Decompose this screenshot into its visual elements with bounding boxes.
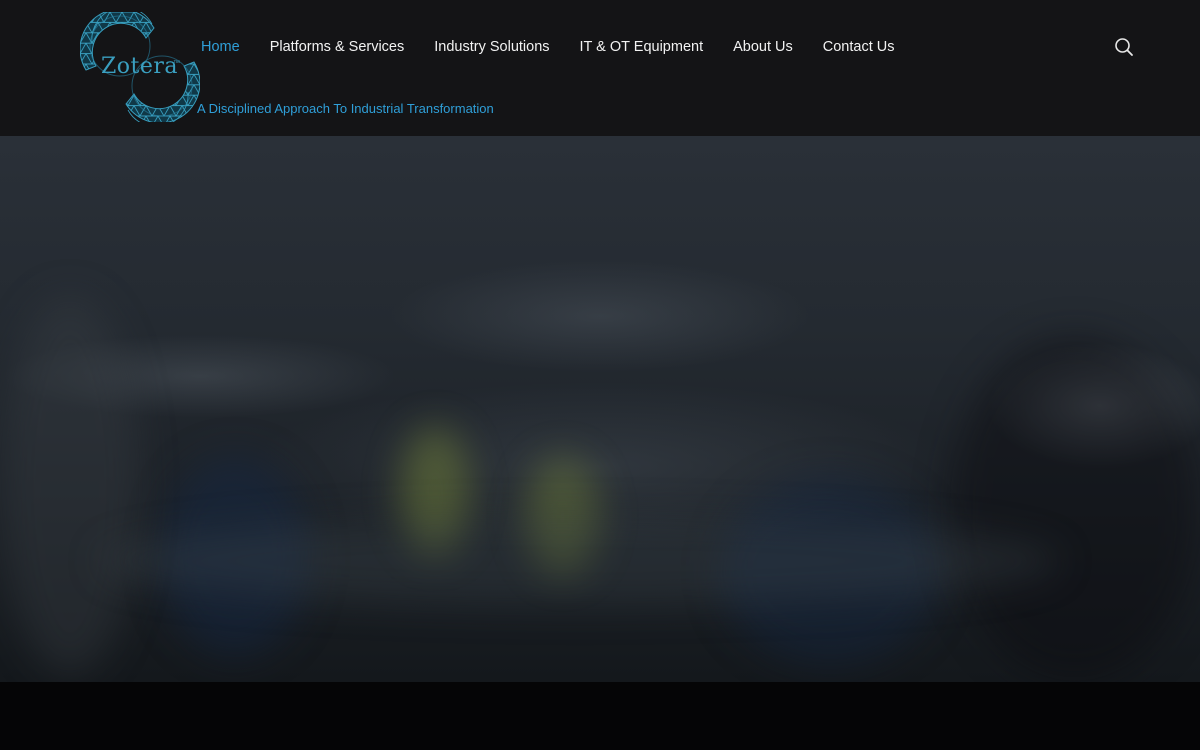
nav-item-platforms-services[interactable]: Platforms & Services: [255, 36, 420, 58]
brand-name: Zotera: [101, 54, 179, 79]
hero-blur-shape: [0, 296, 140, 676]
page-bottom-band: [0, 682, 1200, 750]
hero-blur-shape: [950, 336, 1200, 682]
brand-trademark: ™: [173, 60, 180, 67]
search-icon: [1115, 38, 1133, 56]
hero-blur-shape: [100, 516, 1060, 606]
search-button[interactable]: [1112, 35, 1136, 59]
nav-item-contact-us[interactable]: Contact Us: [808, 36, 910, 58]
nav-item-home[interactable]: Home: [186, 36, 255, 58]
brand-tagline: A Disciplined Approach To Industrial Tra…: [197, 101, 494, 116]
nav-item-about-us[interactable]: About Us: [718, 36, 808, 58]
nav-item-it-ot-equipment[interactable]: IT & OT Equipment: [565, 36, 719, 58]
hero-background-image: [0, 136, 1200, 682]
nav-item-industry-solutions[interactable]: Industry Solutions: [419, 36, 564, 58]
main-nav: Home Platforms & Services Industry Solut…: [186, 36, 910, 58]
site-header: Zotera ™ Home Platforms & Services Indus…: [0, 0, 1200, 136]
